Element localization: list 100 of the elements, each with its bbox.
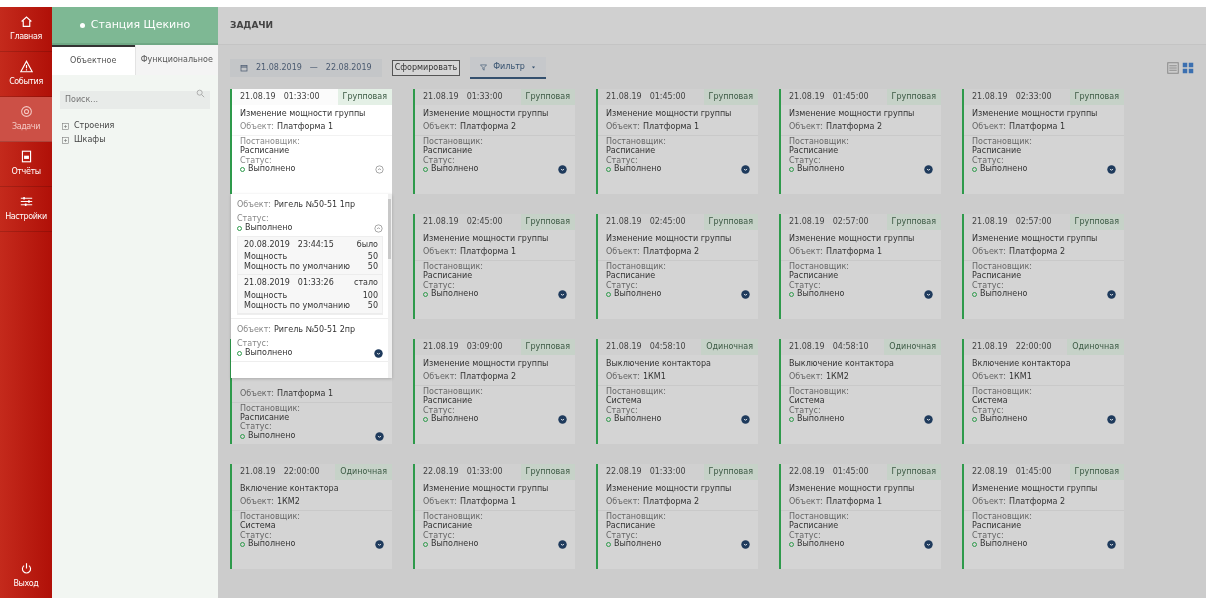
search-field[interactable]: Поиск... [60, 90, 210, 109]
date-range-field[interactable]: 21.08.2019 — 22.08.2019 [230, 59, 382, 77]
status-value: Выполнено [980, 415, 1028, 425]
expand-icon[interactable] [741, 165, 750, 175]
object-label: Объект: [423, 246, 457, 258]
caret-icon [530, 64, 536, 70]
object-value: 1КМ1 [1009, 371, 1032, 383]
status-value: Выполнено [980, 540, 1028, 550]
expand-icon[interactable] [375, 432, 384, 441]
type-badge: Одиночная [1067, 339, 1124, 355]
type-badge: Групповая [337, 89, 392, 105]
scrollbar[interactable] [388, 194, 392, 378]
object-value: Платформа 1 [277, 121, 334, 133]
card-title: Изменение мощности группы [422, 358, 550, 370]
type-badge: Групповая [886, 214, 941, 230]
card-time: 04:58:10 [832, 341, 869, 353]
expand-icon[interactable] [924, 290, 933, 300]
status-value: Выполнено [431, 540, 479, 550]
object-value: Платформа 2 [1009, 496, 1066, 508]
object-value: Платформа 1 [826, 496, 883, 508]
status-label: Статус: [789, 281, 821, 291]
card-date: 21.08.19 [240, 466, 276, 478]
card-time: 02:45:00 [649, 216, 686, 228]
author-value: Система [606, 396, 642, 406]
exit-button[interactable]: Выход [0, 553, 52, 598]
expand-icon[interactable] [741, 290, 750, 300]
author-label: Постановщик: [423, 263, 484, 272]
date-to: 22.08.2019 [325, 62, 372, 74]
expand-icon[interactable] [1107, 290, 1116, 300]
expand-icon[interactable] [1107, 540, 1116, 550]
object-value: Платформа 1 [277, 387, 334, 400]
expand-icon[interactable] [375, 540, 384, 550]
tree-item[interactable]: Строения [52, 119, 125, 133]
card-title: Включение контактора [971, 358, 1072, 370]
expand-icon[interactable] [558, 540, 567, 550]
status-label: Статус: [240, 423, 272, 433]
type-badge: Групповая [703, 464, 758, 480]
status-label: Статус: [789, 406, 821, 416]
card-title: Изменение мощности группы [971, 233, 1099, 245]
author-label: Постановщик: [423, 388, 484, 397]
param-name: Мощность по умолчанию [244, 300, 350, 311]
warning-icon [19, 60, 33, 73]
object-value: 1КМ1 [643, 371, 666, 383]
expand-icon[interactable] [924, 415, 933, 425]
card-time: 22:00:00 [283, 466, 320, 478]
target-icon [19, 105, 33, 118]
card-time: 01:45:00 [832, 466, 869, 478]
object-value: Платформа 1 [826, 246, 883, 258]
expand-icon[interactable] [741, 415, 750, 425]
grid-view-icon[interactable] [1182, 62, 1194, 74]
object-label: Объект: [972, 496, 1006, 508]
filter-button[interactable]: Фильтр [470, 57, 546, 79]
status-value: Выполнено [614, 540, 662, 550]
card-title: Изменение мощности группы [788, 233, 916, 245]
object-label: Объект: [237, 324, 271, 337]
expand-icon[interactable] [558, 290, 567, 300]
history-tag: было [356, 239, 378, 250]
type-badge: Групповая [1069, 214, 1124, 230]
object-label: Объект: [240, 387, 274, 400]
status-value: Выполнено [245, 348, 293, 358]
type-badge: Групповая [520, 339, 575, 355]
card-title: Изменение мощности группы [788, 483, 916, 495]
card-date: 21.08.19 [972, 216, 1008, 228]
status-label: Статус: [606, 531, 638, 541]
object-value: Платформа 2 [1009, 246, 1066, 258]
expand-icon[interactable] [1107, 415, 1116, 425]
card-time: 01:33:00 [466, 466, 503, 478]
object-value: Платформа 2 [460, 121, 517, 133]
card-date: 22.08.19 [789, 466, 825, 478]
document-icon [19, 150, 33, 163]
param-name: Мощность [244, 252, 288, 262]
expand-icon[interactable] [558, 165, 567, 175]
generate-button[interactable]: Сформировать [391, 60, 461, 76]
card-time: 01:45:00 [1015, 466, 1052, 478]
param-value: 100 [362, 290, 378, 301]
expand-icon[interactable] [924, 165, 933, 175]
filter-icon [480, 63, 488, 71]
status-label: Статус: [237, 340, 269, 349]
object-label: Объект: [972, 121, 1006, 133]
author-label: Постановщик: [972, 388, 1033, 397]
status-label: Статус: [423, 531, 455, 541]
expand-icon[interactable] [558, 415, 567, 425]
param-value: 50 [367, 300, 378, 311]
author-value: Расписание [606, 521, 656, 531]
status-label: Статус: [972, 406, 1004, 416]
author-value: Система [789, 396, 825, 406]
expand-icon[interactable] [1107, 165, 1116, 175]
expand-icon[interactable] [741, 540, 750, 550]
card-title: Выключение контактора [788, 358, 895, 370]
expand-icon[interactable] [924, 540, 933, 550]
tree-item[interactable]: Шкафы [52, 133, 116, 147]
author-label: Постановщик: [606, 513, 667, 522]
expand-icon[interactable] [374, 348, 383, 358]
card-title: Изменение мощности группы [971, 108, 1099, 120]
card-time: 01:45:00 [649, 91, 686, 103]
author-label: Постановщик: [606, 138, 667, 147]
panel-tab[interactable]: Объектное [52, 45, 135, 75]
object-value: Платформа 2 [460, 371, 517, 383]
card-time: 01:33:00 [466, 91, 503, 103]
author-value: Расписание [972, 271, 1022, 281]
